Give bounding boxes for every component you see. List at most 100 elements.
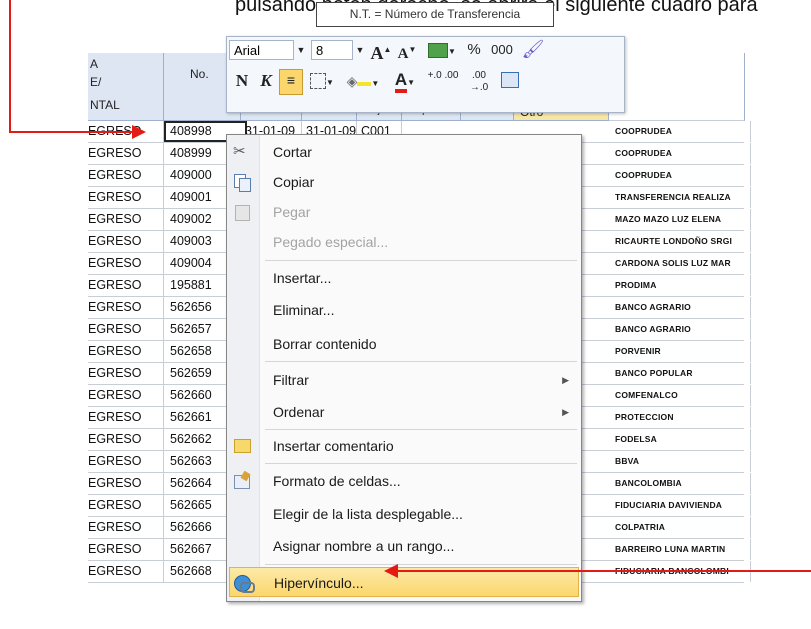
cell-name[interactable]: BARREIRO LUNA MARTIN <box>609 539 751 560</box>
font-color-button[interactable]: A▼ <box>387 70 423 93</box>
shrink-font-button[interactable]: A▼ <box>395 40 419 64</box>
menu-item-label: Borrar contenido <box>273 336 377 352</box>
font-name-value: Arial <box>234 43 261 58</box>
menu-item-pegado-especial[interactable]: Pegado especial... <box>227 227 581 257</box>
font-size-dropdown-icon[interactable]: ▼ <box>354 40 366 60</box>
currency-icon <box>428 42 449 58</box>
arrow-line-vertical <box>9 0 11 133</box>
column-header-line: A <box>90 57 99 71</box>
cell-type[interactable]: EGRESO <box>88 407 164 428</box>
menu-item-copiar[interactable]: Copiar <box>227 167 581 197</box>
borders-icon <box>310 73 327 90</box>
cell-type[interactable]: EGRESO <box>88 209 164 230</box>
cell-type[interactable]: EGRESO <box>88 297 164 318</box>
cell-type[interactable]: EGRESO <box>88 561 164 582</box>
cell-name[interactable]: COLPATRIA <box>609 517 751 538</box>
cell-name[interactable]: RICAURTE LONDOÑO SRGI <box>609 231 751 252</box>
cell-type[interactable]: EGRESO <box>88 517 164 538</box>
cell-type[interactable]: EGRESO <box>88 385 164 406</box>
accounting-format-button[interactable]: ▼ <box>427 40 457 62</box>
cell-name[interactable]: PROTECCION <box>609 407 751 428</box>
arrow-head-left-icon <box>384 564 398 578</box>
increase-decimal-button[interactable]: +.0 .00 <box>427 70 459 82</box>
menu-item-insertar[interactable]: Insertar... <box>227 263 581 293</box>
menu-item-asignar-nombre[interactable]: Asignar nombre a un rango... <box>227 531 581 561</box>
cell-type[interactable]: EGRESO <box>88 429 164 450</box>
cell-name[interactable]: BANCO AGRARIO <box>609 297 751 318</box>
cell-type[interactable]: EGRESO <box>88 187 164 208</box>
cell-type[interactable]: EGRESO <box>88 539 164 560</box>
column-header-line: E/ <box>90 75 102 89</box>
menu-item-label: Eliminar... <box>273 302 335 318</box>
cell-name[interactable]: FODELSA <box>609 429 751 450</box>
cell-name[interactable]: BANCOLOMBIA <box>609 473 751 494</box>
center-align-icon: ≡ <box>286 72 296 88</box>
merge-center-icon[interactable] <box>499 70 521 90</box>
cell-name[interactable]: BANCO POPULAR <box>609 363 751 384</box>
cell-type[interactable]: EGRESO <box>88 275 164 296</box>
menu-item-cortar[interactable]: ✂ Cortar <box>227 137 581 167</box>
cell-name[interactable]: FIDUCIARIA DAVIVIENDA <box>609 495 751 516</box>
bold-button[interactable]: N <box>231 71 253 91</box>
cell-name[interactable]: CARDONA SOLIS LUZ MAR <box>609 253 751 274</box>
font-size-field[interactable]: 8 <box>311 40 353 60</box>
cell-type[interactable]: EGRESO <box>88 231 164 252</box>
percent-style-button[interactable]: % <box>463 40 485 60</box>
menu-item-borrar-contenido[interactable]: Borrar contenido <box>227 329 581 359</box>
arrow-head-right-icon <box>132 125 146 139</box>
cell-name[interactable]: COOPRUDEA <box>609 143 751 164</box>
comma-style-button[interactable]: 000 <box>487 40 517 60</box>
cell-name[interactable]: COOPRUDEA <box>609 165 751 186</box>
font-name-dropdown-icon[interactable]: ▼ <box>295 40 307 60</box>
cell-name[interactable]: MAZO MAZO LUZ ELENA <box>609 209 751 230</box>
arrow-line-horizontal <box>9 131 134 133</box>
cell-type[interactable]: EGRESO <box>88 253 164 274</box>
cell-type[interactable]: EGRESO <box>88 143 164 164</box>
menu-item-label: Insertar comentario <box>273 438 394 454</box>
cell-type[interactable]: EGRESO <box>88 363 164 384</box>
context-menu: ✂ Cortar Copiar Pegar Pegado especial...… <box>226 134 582 602</box>
menu-item-formato-celdas[interactable]: Formato de celdas... <box>227 466 581 496</box>
font-name-field[interactable]: Arial <box>229 40 294 60</box>
menu-separator <box>265 564 577 565</box>
menu-item-elegir-lista[interactable]: Elegir de la lista desplegable... <box>227 499 581 529</box>
copy-icon <box>233 173 251 192</box>
column-header-name[interactable] <box>609 53 745 121</box>
menu-item-label: Insertar... <box>273 270 332 286</box>
menu-item-insertar-comentario[interactable]: Insertar comentario <box>227 431 581 461</box>
menu-item-filtrar[interactable]: Filtrar ▶ <box>227 365 581 395</box>
cell-type[interactable]: EGRESO <box>88 473 164 494</box>
menu-separator <box>265 260 577 261</box>
callout-note: N.T. = Número de Transferencia <box>316 2 554 27</box>
cell-name[interactable]: COMFENALCO <box>609 385 751 406</box>
menu-item-label: Asignar nombre a un rango... <box>273 538 455 554</box>
cell-type[interactable]: EGRESO <box>88 341 164 362</box>
grow-font-button[interactable]: A▲ <box>369 40 393 63</box>
borders-button[interactable]: ▼ <box>305 71 339 93</box>
menu-item-eliminar[interactable]: Eliminar... <box>227 295 581 325</box>
column-header-label: No. <box>190 67 209 81</box>
cell-type[interactable]: EGRESO <box>88 451 164 472</box>
column-header-type[interactable]: A E/ NTAL <box>88 53 164 121</box>
cell-name[interactable]: PORVENIR <box>609 341 751 362</box>
center-align-button[interactable]: ≡ <box>279 69 303 95</box>
cell-name[interactable]: BANCO AGRARIO <box>609 319 751 340</box>
cell-type[interactable]: EGRESO <box>88 319 164 340</box>
cell-type[interactable]: EGRESO <box>88 495 164 516</box>
cell-name[interactable]: BBVA <box>609 451 751 472</box>
comment-icon <box>233 437 251 455</box>
menu-item-label: Elegir de la lista desplegable... <box>273 506 463 522</box>
menu-item-ordenar[interactable]: Ordenar ▶ <box>227 397 581 427</box>
format-painter-icon[interactable]: 🖌 <box>521 39 545 59</box>
cell-name[interactable]: TRANSFERENCIA REALIZA <box>609 187 751 208</box>
italic-button[interactable]: K <box>255 71 277 91</box>
decrease-decimal-button[interactable]: .00 →.0 <box>463 70 495 94</box>
font-color-letter: A <box>394 70 408 93</box>
menu-item-pegar[interactable]: Pegar <box>227 197 581 227</box>
fill-color-button[interactable]: ◈ ▼ <box>343 71 383 94</box>
cell-name[interactable]: PRODIMA <box>609 275 751 296</box>
cell-type[interactable]: EGRESO <box>88 165 164 186</box>
font-size-value: 8 <box>316 43 324 58</box>
menu-item-label: Pegado especial... <box>273 234 389 250</box>
cell-name[interactable]: COOPRUDEA <box>609 121 751 142</box>
